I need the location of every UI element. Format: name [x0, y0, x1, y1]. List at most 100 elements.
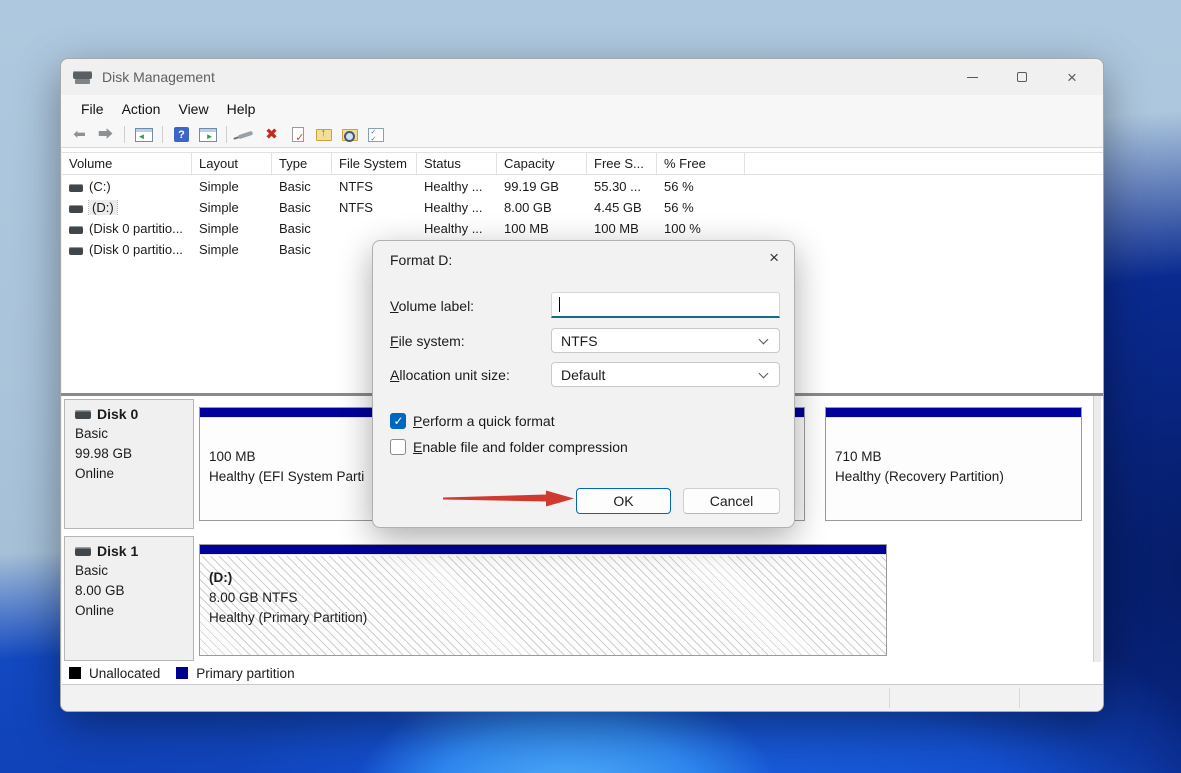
quick-format-checkbox-row[interactable]: Perform a quick format — [390, 413, 555, 429]
cell-file-system: NTFS — [332, 179, 417, 194]
cell-layout: Simple — [192, 221, 272, 236]
ok-button[interactable]: OK — [576, 488, 671, 514]
disk-name: Disk 1 — [97, 543, 138, 559]
close-button[interactable]: × — [1047, 59, 1097, 95]
column-header-free-space[interactable]: Free S... — [587, 153, 657, 174]
tools-button[interactable] — [235, 125, 256, 145]
file-system-value: NTFS — [561, 333, 598, 349]
compression-checkbox-row[interactable]: Enable file and folder compression — [390, 439, 628, 455]
volume-row-d-selected[interactable]: (D:) Simple Basic NTFS Healthy ... 8.00 … — [62, 197, 1104, 218]
allocation-unit-select[interactable]: Default — [551, 362, 780, 387]
volume-icon — [69, 226, 83, 234]
show-console-tree-button[interactable]: ◄ — [133, 125, 154, 145]
volume-label-label: Volume label: — [390, 298, 474, 314]
annotation-arrow-icon — [443, 490, 575, 507]
cell-layout: Simple — [192, 200, 272, 215]
column-header-volume[interactable]: Volume — [62, 153, 192, 174]
toolbar: ⬅ ⮕ ◄ ? ► ✖ ✓✓ — [61, 122, 1103, 148]
compression-label: Enable file and folder compression — [413, 439, 628, 455]
close-icon: × — [769, 248, 779, 267]
maximize-button[interactable] — [997, 59, 1047, 95]
delete-volume-button[interactable]: ✖ — [261, 125, 282, 145]
format-dialog: Format D: × Volume label: File system: N… — [372, 240, 795, 528]
cell-status: Healthy ... — [417, 179, 497, 194]
properties-checklist-icon: ✓✓ — [368, 128, 384, 142]
column-header-filler — [745, 153, 1104, 174]
forward-icon: ⮕ — [98, 127, 113, 142]
volume-name: (Disk 0 partitio... — [89, 242, 183, 257]
menu-view[interactable]: View — [169, 98, 217, 120]
allocation-unit-value: Default — [561, 367, 605, 383]
disk1-partition-d[interactable]: (D:) 8.00 GB NTFS Healthy (Primary Parti… — [199, 544, 887, 656]
cell-capacity: 100 MB — [497, 221, 587, 236]
open-folder-button[interactable] — [313, 125, 334, 145]
volume-name: (C:) — [89, 179, 111, 194]
partition-status: Healthy (Recovery Partition) — [835, 467, 1081, 487]
disk0-partition-recovery[interactable]: 710 MB Healthy (Recovery Partition) — [825, 407, 1082, 521]
unallocated-color-swatch — [69, 667, 81, 679]
open-folder-icon — [316, 129, 332, 141]
explore-folder-icon — [342, 129, 358, 141]
menu-help[interactable]: Help — [218, 98, 265, 120]
legend-unallocated-label: Unallocated — [89, 666, 160, 681]
dialog-close-button[interactable]: × — [769, 249, 779, 266]
menu-action[interactable]: Action — [113, 98, 170, 120]
menu-file[interactable]: File — [72, 98, 113, 120]
document-check-icon — [292, 127, 304, 142]
volume-row-c[interactable]: (C:) Simple Basic NTFS Healthy ... 99.19… — [62, 176, 1104, 197]
disk-status: Online — [75, 601, 193, 621]
allocation-unit-label: Allocation unit size: — [390, 367, 510, 383]
forward-button[interactable]: ⮕ — [95, 125, 116, 145]
column-header-pct-free[interactable]: % Free — [657, 153, 745, 174]
help-button[interactable]: ? — [171, 125, 192, 145]
dialog-title: Format D: — [390, 252, 452, 268]
status-bar-divider — [1019, 688, 1020, 708]
cell-free-space: 55.30 ... — [587, 179, 657, 194]
column-header-file-system[interactable]: File System — [332, 153, 417, 174]
disk1-label-panel[interactable]: Disk 1 Basic 8.00 GB Online — [64, 536, 194, 661]
partition-size: 710 MB — [835, 447, 1081, 467]
disk-name: Disk 0 — [97, 406, 138, 422]
show-action-pane-button[interactable]: ► — [197, 125, 218, 145]
console-tree-icon: ◄ — [135, 128, 153, 142]
quick-format-checkbox[interactable] — [390, 413, 406, 429]
disk0-label-panel[interactable]: Disk 0 Basic 99.98 GB Online — [64, 399, 194, 529]
cell-free-space: 4.45 GB — [587, 200, 657, 215]
file-system-select[interactable]: NTFS — [551, 328, 780, 353]
disk-kind: Basic — [75, 424, 193, 444]
disk-icon — [75, 547, 91, 556]
cell-type: Basic — [272, 200, 332, 215]
cell-pct-free: 100 % — [657, 221, 745, 236]
cell-capacity: 99.19 GB — [497, 179, 587, 194]
desktop-wallpaper: Disk Management × File Action View Help … — [0, 0, 1181, 773]
partition-size: 8.00 GB NTFS — [209, 588, 886, 608]
compression-checkbox[interactable] — [390, 439, 406, 455]
toolbar-separator — [226, 126, 227, 143]
volume-icon — [69, 205, 83, 213]
vertical-scrollbar[interactable] — [1093, 396, 1101, 662]
status-bar — [61, 685, 1103, 711]
tools-icon — [238, 130, 254, 138]
partition-color-bar — [200, 545, 886, 555]
delete-icon: ✖ — [265, 127, 278, 142]
file-system-label: File system: — [390, 333, 465, 349]
back-button[interactable]: ⬅ — [69, 125, 90, 145]
disk-size: 8.00 GB — [75, 581, 193, 601]
cell-pct-free: 56 % — [657, 200, 745, 215]
minimize-button[interactable] — [947, 59, 997, 95]
column-header-capacity[interactable]: Capacity — [497, 153, 587, 174]
column-header-status[interactable]: Status — [417, 153, 497, 174]
title-bar: Disk Management × — [61, 59, 1103, 95]
volume-row-disk0-partition1[interactable]: (Disk 0 partitio... Simple Basic Healthy… — [62, 218, 1104, 239]
cancel-button[interactable]: Cancel — [683, 488, 780, 514]
disk-management-app-icon — [73, 69, 93, 85]
cell-type: Basic — [272, 179, 332, 194]
explore-folder-button[interactable] — [339, 125, 360, 145]
toolbar-separator — [124, 126, 125, 143]
window-title: Disk Management — [102, 69, 215, 85]
task-check-button[interactable] — [287, 125, 308, 145]
volume-label-input[interactable] — [551, 292, 780, 318]
properties-button[interactable]: ✓✓ — [365, 125, 386, 145]
column-header-type[interactable]: Type — [272, 153, 332, 174]
column-header-layout[interactable]: Layout — [192, 153, 272, 174]
